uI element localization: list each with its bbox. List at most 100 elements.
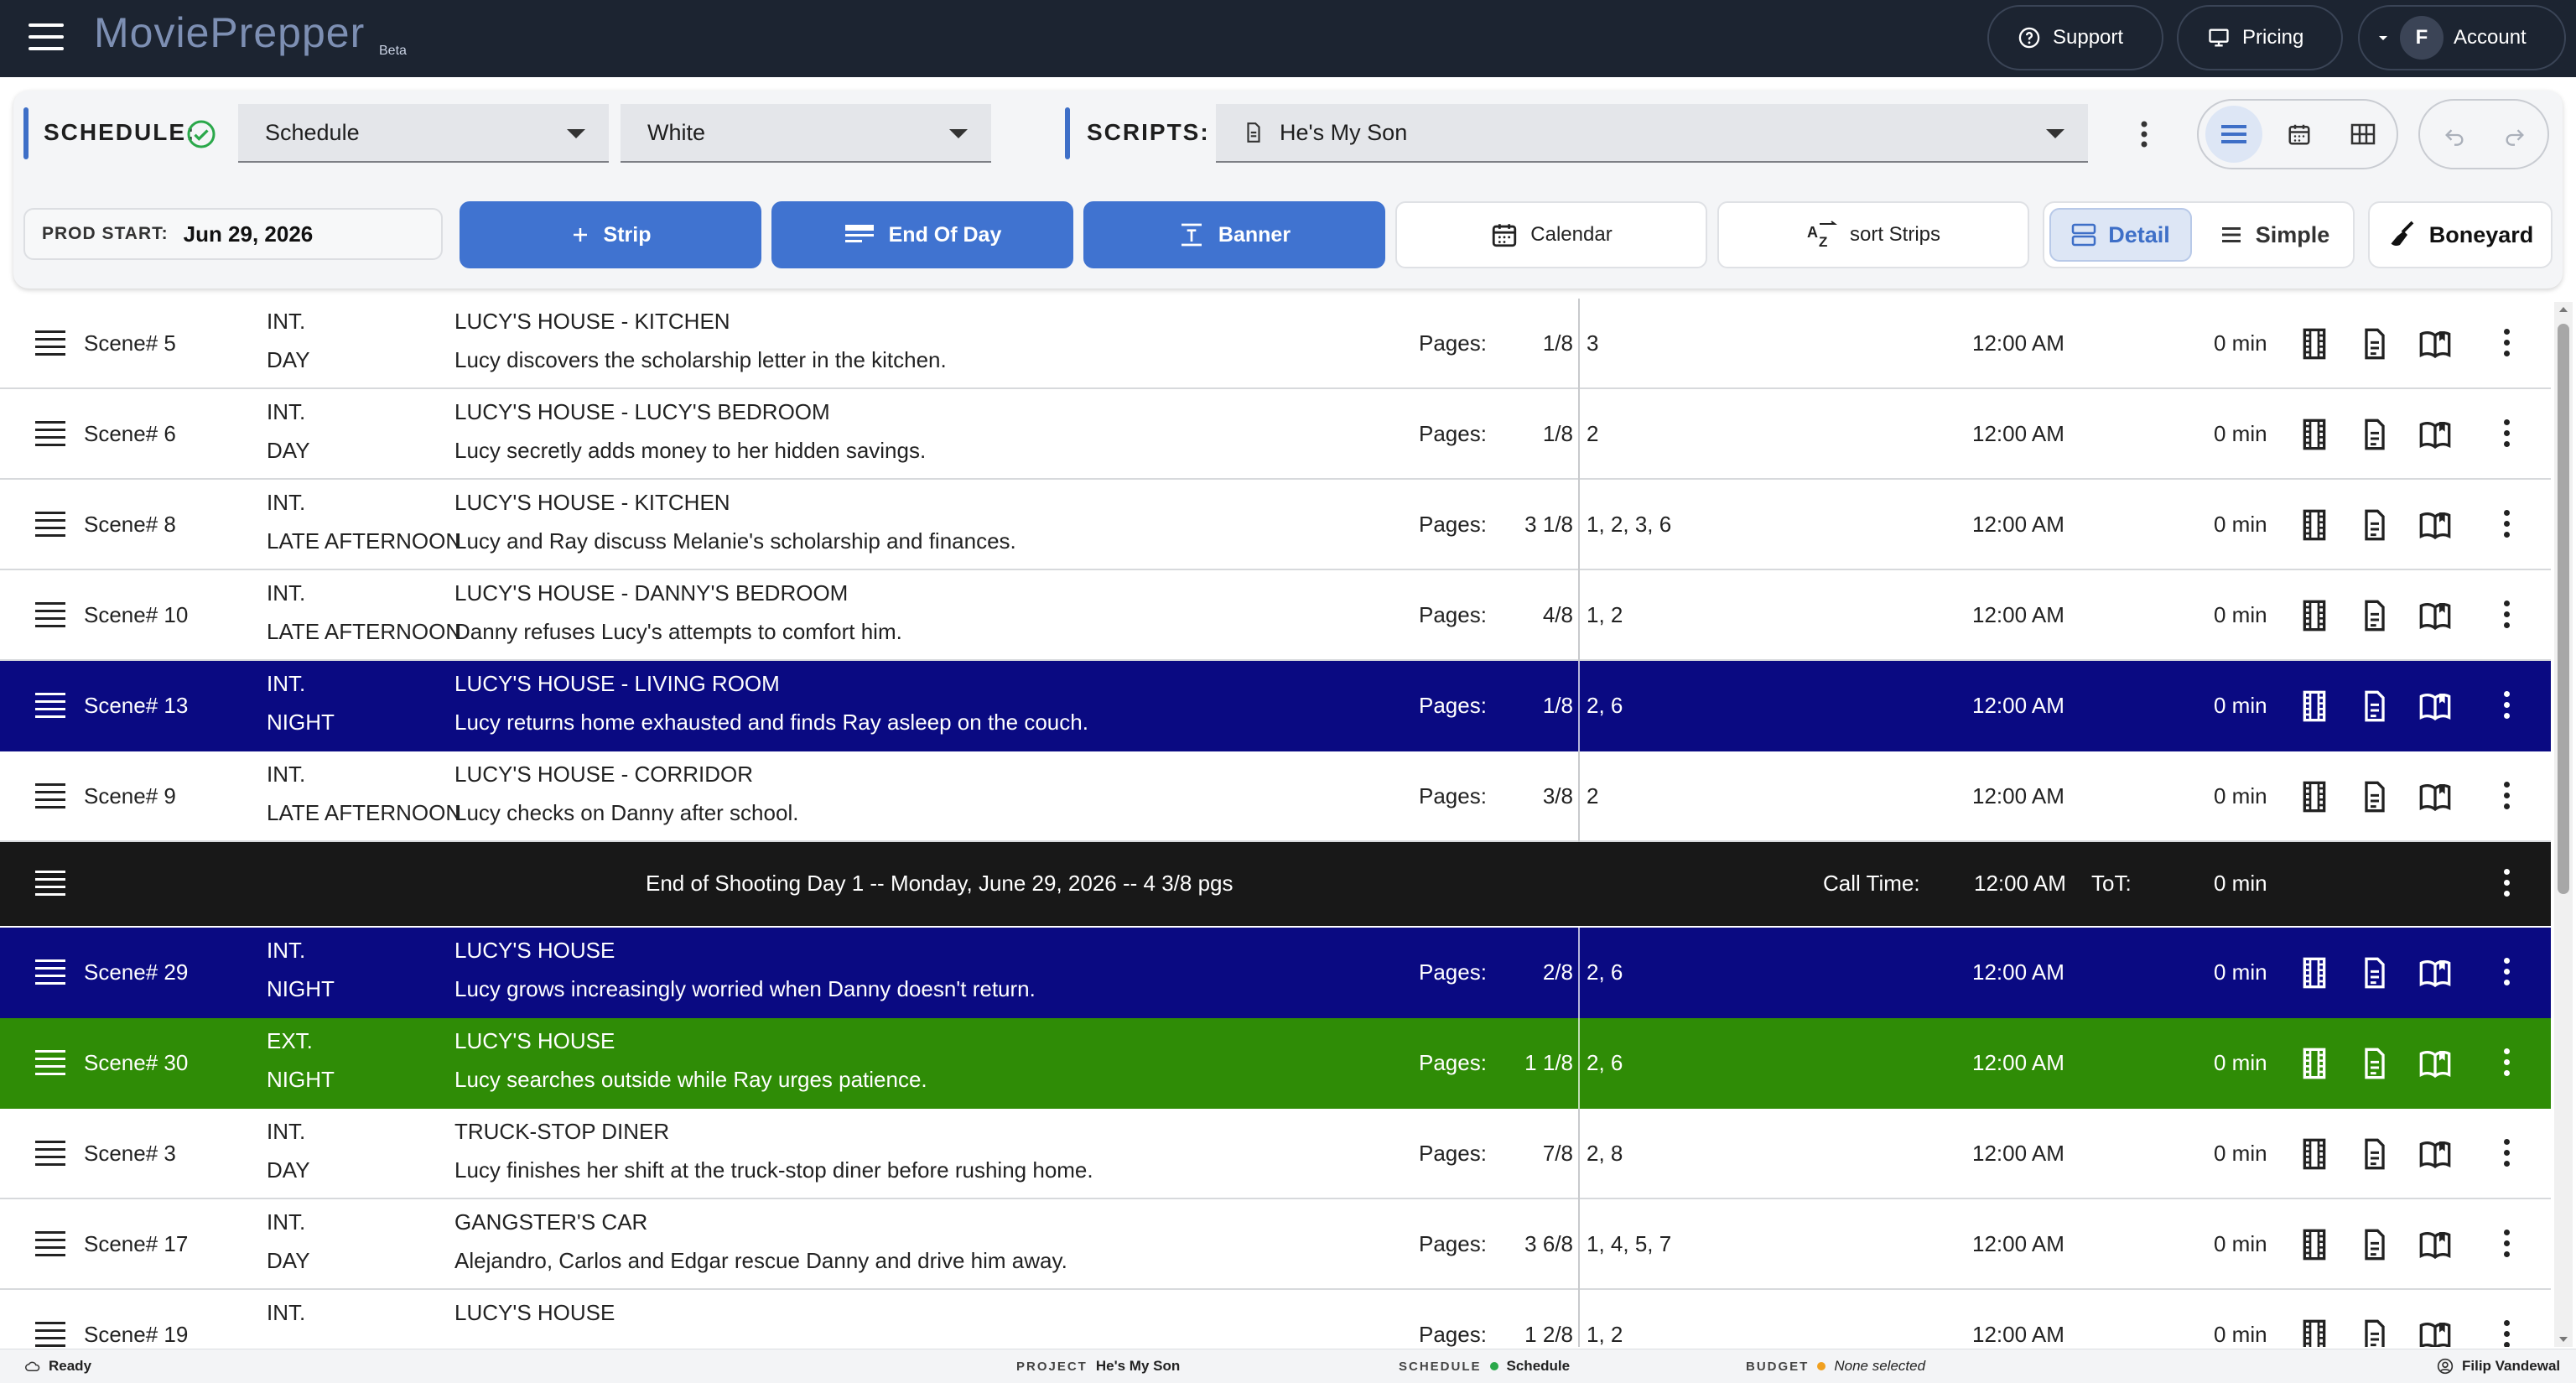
drag-handle-icon[interactable]: [35, 512, 65, 537]
scene-strip[interactable]: Scene# 6 INT. DAY LUCY'S HOUSE - LUCY'S BED…: [0, 389, 2551, 480]
document-icon[interactable]: [2358, 1047, 2392, 1080]
pricing-button[interactable]: Pricing: [2177, 5, 2343, 70]
film-strip-icon[interactable]: [2298, 599, 2331, 632]
document-icon[interactable]: [2358, 508, 2392, 542]
menu-icon[interactable]: [29, 23, 64, 54]
drag-handle-icon[interactable]: [35, 959, 65, 985]
drag-handle-icon[interactable]: [35, 1050, 65, 1075]
scene-strip[interactable]: Scene# 3 INT. DAY TRUCK-STOP DINER Lucy fini…: [0, 1109, 2551, 1199]
film-strip-icon[interactable]: [2298, 1137, 2331, 1171]
sort-strips-button[interactable]: AZ sort Strips: [1717, 201, 2029, 268]
film-strip-icon[interactable]: [2298, 1318, 2331, 1347]
end-of-day-icon: [844, 225, 874, 242]
boneyard-button[interactable]: Boneyard: [2368, 201, 2553, 268]
row-menu-icon[interactable]: [2502, 1139, 2511, 1169]
script-book-icon[interactable]: [2418, 689, 2452, 723]
row-menu-icon[interactable]: [2502, 601, 2511, 631]
prod-start-field[interactable]: PROD START: Jun 29, 2026: [23, 208, 443, 260]
film-strip-icon[interactable]: [2298, 418, 2331, 451]
script-book-icon[interactable]: [2418, 780, 2452, 814]
drag-handle-icon[interactable]: [35, 1322, 65, 1347]
scene-strip[interactable]: Scene# 17 INT. DAY GANGSTER'S CAR Alejandro,…: [0, 1199, 2551, 1290]
script-book-icon[interactable]: [2418, 599, 2452, 632]
row-menu-icon[interactable]: [2502, 1048, 2511, 1079]
schedule-select[interactable]: Schedule: [238, 104, 609, 163]
calendar-button[interactable]: Calendar: [1395, 201, 1707, 268]
drag-handle-icon[interactable]: [35, 602, 65, 627]
drag-handle-icon[interactable]: [35, 330, 65, 356]
document-icon[interactable]: [2358, 780, 2392, 814]
drag-handle-icon[interactable]: [35, 421, 65, 446]
scene-strip[interactable]: Scene# 9 INT. LATE AFTERNOON LUCY'S HOUSE -…: [0, 751, 2551, 842]
script-book-icon[interactable]: [2418, 327, 2452, 361]
scroll-thumb[interactable]: [2558, 324, 2569, 894]
drag-handle-icon[interactable]: [35, 1231, 65, 1256]
detail-button[interactable]: Detail: [2049, 208, 2192, 262]
banner-button[interactable]: Banner: [1083, 201, 1385, 268]
drag-handle-icon[interactable]: [35, 871, 65, 896]
scroll-down-icon[interactable]: [2558, 1334, 2569, 1345]
script-book-icon[interactable]: [2418, 1137, 2452, 1171]
scene-strip[interactable]: Scene# 29 INT. NIGHT LUCY'S HOUSE Lucy grows…: [0, 928, 2551, 1018]
row-menu-icon[interactable]: [2502, 329, 2511, 359]
document-icon[interactable]: [2358, 689, 2392, 723]
row-menu-icon[interactable]: [2502, 691, 2511, 721]
script-book-icon[interactable]: [2418, 1047, 2452, 1080]
row-menu-icon[interactable]: [2502, 510, 2511, 540]
calendar-view-icon[interactable]: [2271, 106, 2328, 163]
script-book-icon[interactable]: [2418, 1228, 2452, 1261]
grid-view-icon[interactable]: [2334, 106, 2392, 163]
document-icon[interactable]: [2358, 418, 2392, 451]
vertical-scrollbar[interactable]: [2554, 302, 2573, 1347]
drag-handle-icon[interactable]: [35, 783, 65, 808]
scene-strip[interactable]: Scene# 30 EXT. NIGHT LUCY'S HOUSE Lucy searc…: [0, 1018, 2551, 1109]
undo-icon[interactable]: [2428, 109, 2480, 161]
document-icon[interactable]: [2358, 956, 2392, 990]
script-book-icon[interactable]: [2418, 418, 2452, 451]
script-select[interactable]: He's My Son: [1216, 104, 2088, 163]
scene-time: 12:00 AM: [1972, 959, 2064, 985]
film-strip-icon[interactable]: [2298, 1047, 2331, 1080]
sort-strips-label: sort Strips: [1849, 223, 1941, 246]
redo-icon[interactable]: [2489, 109, 2541, 161]
color-select[interactable]: White: [621, 104, 991, 163]
app-logo[interactable]: MoviePrepper Beta: [94, 8, 407, 67]
script-book-icon[interactable]: [2418, 956, 2452, 990]
film-strip-icon[interactable]: [2298, 1228, 2331, 1261]
scene-strip[interactable]: Scene# 8 INT. LATE AFTERNOON LUCY'S HOUSE -…: [0, 480, 2551, 570]
drag-handle-icon[interactable]: [35, 1141, 65, 1166]
scene-strip[interactable]: Scene# 5 INT. DAY LUCY'S HOUSE - KITCHEN Luc…: [0, 299, 2551, 389]
scroll-up-icon[interactable]: [2558, 304, 2569, 315]
scene-strip[interactable]: Scene# 10 INT. LATE AFTERNOON LUCY'S HOUSE …: [0, 570, 2551, 661]
add-strip-button[interactable]: Strip: [460, 201, 761, 268]
document-icon[interactable]: [2358, 1137, 2392, 1171]
simple-button[interactable]: Simple: [2200, 208, 2350, 262]
row-menu-icon[interactable]: [2502, 869, 2511, 899]
document-icon[interactable]: [2358, 327, 2392, 361]
drag-handle-icon[interactable]: [35, 693, 65, 718]
strip-view-icon[interactable]: [2205, 106, 2262, 163]
film-strip-icon[interactable]: [2298, 689, 2331, 723]
row-menu-icon[interactable]: [2502, 958, 2511, 988]
row-menu-icon[interactable]: [2502, 1230, 2511, 1260]
end-of-day-button[interactable]: End Of Day: [771, 201, 1073, 268]
film-strip-icon[interactable]: [2298, 780, 2331, 814]
film-strip-icon[interactable]: [2298, 508, 2331, 542]
film-strip-icon[interactable]: [2298, 327, 2331, 361]
script-book-icon[interactable]: [2418, 1318, 2452, 1347]
row-menu-icon[interactable]: [2502, 1320, 2511, 1347]
support-button[interactable]: Support: [1987, 5, 2163, 70]
account-button[interactable]: F Account: [2358, 5, 2566, 70]
document-icon[interactable]: [2358, 599, 2392, 632]
film-strip-icon[interactable]: [2298, 956, 2331, 990]
end-of-day-strip[interactable]: End of Shooting Day 1 -- Monday, June 29…: [0, 842, 2551, 926]
document-icon[interactable]: [2358, 1318, 2392, 1347]
user-status[interactable]: Filip Vandewal: [2437, 1358, 2560, 1375]
scene-strip[interactable]: Scene# 19 INT. LUCY'S HOUSE Pages: 1 2/8 1, 2…: [0, 1290, 2551, 1347]
scene-strip[interactable]: Scene# 13 INT. NIGHT LUCY'S HOUSE - LIVING …: [0, 661, 2551, 751]
more-options-icon[interactable]: [2132, 116, 2157, 153]
document-icon[interactable]: [2358, 1228, 2392, 1261]
row-menu-icon[interactable]: [2502, 782, 2511, 812]
script-book-icon[interactable]: [2418, 508, 2452, 542]
row-menu-icon[interactable]: [2502, 419, 2511, 450]
